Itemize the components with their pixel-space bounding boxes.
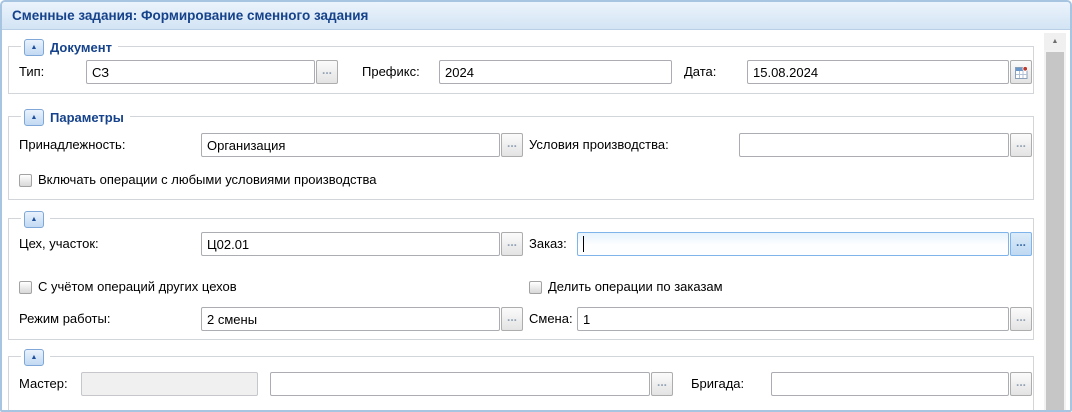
order-field: ... xyxy=(577,232,1032,256)
ellipsis-icon: ... xyxy=(1016,310,1026,324)
ellipsis-icon: ... xyxy=(322,63,332,77)
order-label: Заказ: xyxy=(529,232,567,256)
conditions-field: ... xyxy=(739,133,1032,157)
workshop-lookup-button[interactable]: ... xyxy=(501,232,523,256)
type-field: ... xyxy=(86,60,338,84)
ellipsis-icon: ... xyxy=(507,310,517,324)
collapse-arrow-icon: ▲ xyxy=(31,216,38,223)
type-input[interactable] xyxy=(86,60,315,84)
any-conditions-checkbox-label: Включать операции с любыми условиями про… xyxy=(38,172,377,188)
workshop-input[interactable] xyxy=(201,232,500,256)
other-workshops-checkbox-row: С учётом операций других цехов xyxy=(19,279,237,295)
work-mode-lookup-button[interactable]: ... xyxy=(501,307,523,331)
shift-task-window: Сменные задания: Формирование сменного з… xyxy=(0,0,1072,412)
work-mode-label: Режим работы: xyxy=(19,307,110,331)
workshop-field: ... xyxy=(201,232,523,256)
master-code-field xyxy=(81,372,258,396)
text-caret xyxy=(583,236,584,252)
collapse-parameters-button[interactable]: ▲ xyxy=(24,109,44,126)
vertical-scrollbar[interactable]: ▲ xyxy=(1044,33,1066,410)
type-label: Тип: xyxy=(19,60,44,84)
ellipsis-icon: ... xyxy=(507,235,517,249)
workshop-label: Цех, участок: xyxy=(19,232,99,256)
section-workshop: ▲ Цех, участок: ... Заказ: ... С учётом … xyxy=(8,218,1034,340)
section-document-title: Документ xyxy=(50,40,112,55)
prefix-input[interactable] xyxy=(439,60,672,84)
window-title: Сменные задания: Формирование сменного з… xyxy=(12,8,368,23)
type-lookup-button[interactable]: ... xyxy=(316,60,338,84)
ellipsis-icon: ... xyxy=(657,375,667,389)
other-workshops-checkbox-label: С учётом операций других цехов xyxy=(38,279,237,295)
work-mode-input[interactable] xyxy=(201,307,500,331)
collapse-arrow-icon: ▲ xyxy=(31,114,38,121)
order-input[interactable] xyxy=(577,232,1009,256)
belonging-field: ... xyxy=(201,133,523,157)
shift-label: Смена: xyxy=(529,307,573,331)
prefix-label: Префикс: xyxy=(362,60,420,84)
ellipsis-icon: ... xyxy=(1016,136,1026,150)
master-name-field: ... xyxy=(270,372,673,396)
brigade-label: Бригада: xyxy=(691,372,744,396)
belonging-input[interactable] xyxy=(201,133,500,157)
conditions-input[interactable] xyxy=(739,133,1009,157)
section-master: ▲ Мастер: ... Бригада: ... xyxy=(8,356,1034,412)
split-orders-checkbox-row: Делить операции по заказам xyxy=(529,279,723,295)
order-lookup-button[interactable]: ... xyxy=(1010,232,1032,256)
split-orders-checkbox[interactable] xyxy=(529,281,542,294)
any-conditions-checkbox-row: Включать операции с любыми условиями про… xyxy=(19,172,377,188)
scroll-up-arrow-icon: ▲ xyxy=(1052,38,1059,45)
date-picker-button[interactable] xyxy=(1010,60,1032,84)
collapse-arrow-icon: ▲ xyxy=(31,44,38,51)
section-workshop-legend: ▲ xyxy=(21,209,50,229)
collapse-document-button[interactable]: ▲ xyxy=(24,39,44,56)
master-name-input[interactable] xyxy=(270,372,650,396)
belonging-label: Принадлежность: xyxy=(19,133,125,157)
work-mode-field: ... xyxy=(201,307,523,331)
brigade-field: ... xyxy=(771,372,1032,396)
shift-input[interactable] xyxy=(577,307,1009,331)
date-input[interactable] xyxy=(747,60,1009,84)
conditions-label: Условия производства: xyxy=(529,133,669,157)
scrollbar-thumb[interactable] xyxy=(1046,52,1064,412)
other-workshops-checkbox[interactable] xyxy=(19,281,32,294)
any-conditions-checkbox[interactable] xyxy=(19,174,32,187)
section-master-legend: ▲ xyxy=(21,347,50,367)
ellipsis-icon: ... xyxy=(1016,235,1026,249)
shift-field: ... xyxy=(577,307,1032,331)
collapse-workshop-button[interactable]: ▲ xyxy=(24,211,44,228)
split-orders-checkbox-label: Делить операции по заказам xyxy=(548,279,723,295)
ellipsis-icon: ... xyxy=(507,136,517,150)
section-parameters: ▲ Параметры Принадлежность: ... Условия … xyxy=(8,116,1034,200)
section-document: ▲ Документ Тип: ... Префикс: Дата: xyxy=(8,46,1034,94)
conditions-lookup-button[interactable]: ... xyxy=(1010,133,1032,157)
section-parameters-legend: ▲ Параметры xyxy=(21,107,130,127)
calendar-icon xyxy=(1015,66,1028,79)
section-parameters-title: Параметры xyxy=(50,110,124,125)
ellipsis-icon: ... xyxy=(1016,375,1026,389)
collapse-master-button[interactable]: ▲ xyxy=(24,349,44,366)
date-field xyxy=(747,60,1032,84)
date-label: Дата: xyxy=(684,60,716,84)
window-titlebar[interactable]: Сменные задания: Формирование сменного з… xyxy=(2,2,1070,30)
master-label: Мастер: xyxy=(19,372,68,396)
master-lookup-button[interactable]: ... xyxy=(651,372,673,396)
prefix-field xyxy=(439,60,672,84)
brigade-lookup-button[interactable]: ... xyxy=(1010,372,1032,396)
shift-lookup-button[interactable]: ... xyxy=(1010,307,1032,331)
collapse-arrow-icon: ▲ xyxy=(31,354,38,361)
belonging-lookup-button[interactable]: ... xyxy=(501,133,523,157)
brigade-input[interactable] xyxy=(771,372,1009,396)
scroll-up-button[interactable]: ▲ xyxy=(1044,33,1066,50)
section-document-legend: ▲ Документ xyxy=(21,37,118,57)
master-code-input xyxy=(81,372,258,396)
